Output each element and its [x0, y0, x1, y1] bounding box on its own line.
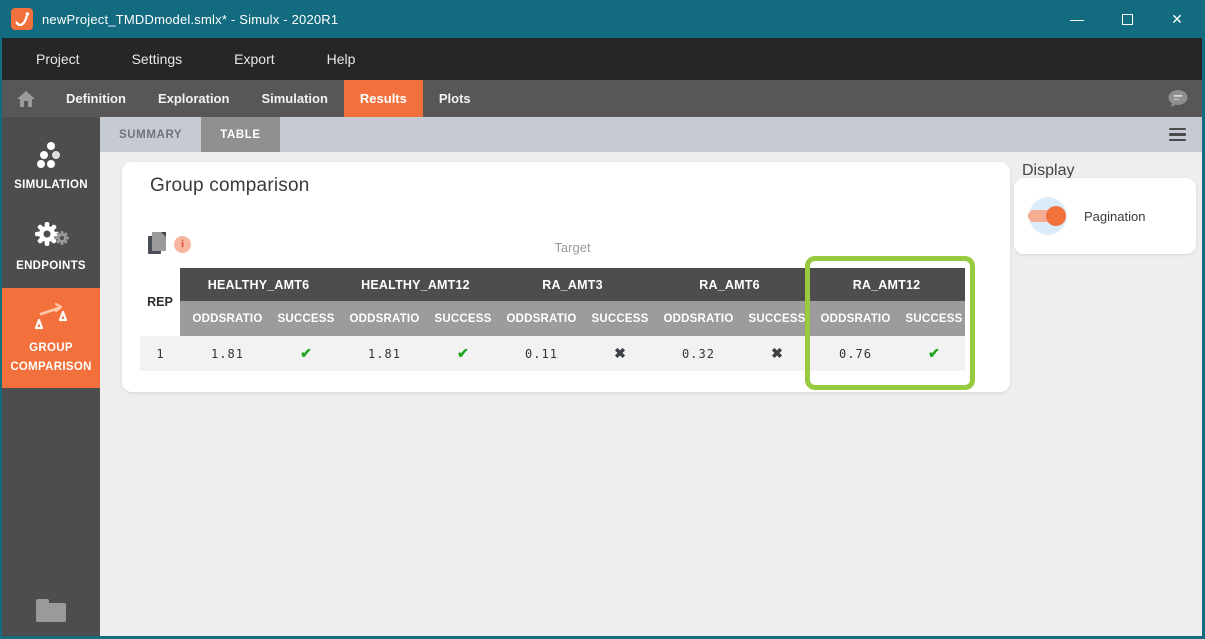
subheader-success: SUCCESS [903, 301, 965, 336]
group-comparison-card: Group comparison i Target REP 1 [122, 162, 1010, 392]
success-icon: ✔ [275, 336, 337, 371]
nav-tabbar: Definition Exploration Simulation Result… [2, 80, 1202, 117]
subheader-success: SUCCESS [746, 301, 808, 336]
maximize-button[interactable] [1102, 0, 1152, 38]
home-icon [16, 90, 36, 108]
sidebar-label-endpoints: ENDPOINTS [16, 260, 86, 272]
menu-help[interactable]: Help [321, 47, 362, 71]
subheader-oddsratio: ODDSRATIO [494, 301, 589, 336]
display-panel: Pagination [1014, 178, 1196, 254]
table-menu-button[interactable] [1169, 117, 1186, 152]
subtab-summary[interactable]: SUMMARY [100, 117, 201, 152]
group-comparison-scale-icon [32, 300, 70, 332]
simulation-dots-icon [35, 141, 67, 169]
subheader-success: SUCCESS [432, 301, 494, 336]
tab-simulation[interactable]: Simulation [245, 80, 343, 117]
home-button[interactable] [2, 80, 50, 117]
oddsratio-value: 1.81 [180, 336, 275, 371]
oddsratio-value: 0.76 [808, 336, 903, 371]
success-icon: ✔ [903, 336, 965, 371]
fail-icon: ✖ [746, 336, 808, 371]
sidebar-item-endpoints[interactable]: ENDPOINTS [2, 206, 100, 287]
app-window: newProject_TMDDmodel.smlx* - Simulx - 20… [0, 0, 1205, 639]
group-header-ra-amt12: RA_AMT12 [808, 268, 965, 301]
toggle-knob [1046, 206, 1066, 226]
tab-results[interactable]: Results [344, 80, 423, 117]
subheader-oddsratio: ODDSRATIO [180, 301, 275, 336]
menubar: Project Settings Export Help [2, 38, 1202, 80]
subheader-row: ODDSRATIO SUCCESS ODDSRATIO SUCCESS ODDS… [180, 301, 965, 336]
subtab-table[interactable]: TABLE [201, 117, 279, 152]
close-button[interactable]: ✕ [1152, 0, 1202, 38]
table-row: 1.81 ✔ 1.81 ✔ 0.11 ✖ 0.32 ✖ 0.76 ✔ [180, 336, 965, 371]
tab-exploration[interactable]: Exploration [142, 80, 246, 117]
group-header-row: HEALTHY_AMT6 HEALTHY_AMT12 RA_AMT3 RA_AM… [180, 268, 965, 301]
rep-cell: 1 [140, 336, 180, 371]
endpoints-gears-icon [31, 218, 71, 250]
titlebar: newProject_TMDDmodel.smlx* - Simulx - 20… [2, 0, 1202, 38]
sidebar-label-group-comparison: GROUP COMPARISON [10, 342, 91, 373]
window-title: newProject_TMDDmodel.smlx* - Simulx - 20… [42, 12, 338, 27]
feedback-button[interactable] [1167, 80, 1202, 117]
rep-column-header: REP [140, 268, 180, 336]
menu-export[interactable]: Export [228, 47, 280, 71]
results-content: Group comparison i Target REP 1 [100, 152, 1202, 636]
oddsratio-value: 1.81 [337, 336, 432, 371]
menu-settings[interactable]: Settings [126, 47, 189, 71]
tab-plots[interactable]: Plots [423, 80, 487, 117]
subheader-oddsratio: ODDSRATIO [651, 301, 746, 336]
copy-table-button[interactable] [148, 232, 168, 256]
target-label: Target [180, 240, 965, 255]
subheader-success: SUCCESS [589, 301, 651, 336]
success-icon: ✔ [432, 336, 494, 371]
oddsratio-value: 0.32 [651, 336, 746, 371]
group-header-ra-amt6: RA_AMT6 [651, 268, 808, 301]
minimize-button[interactable]: — [1052, 0, 1102, 38]
comparison-table: REP 1 HEALTHY_AMT6 HEALTHY_AMT12 RA_AMT3… [140, 268, 965, 371]
fail-icon: ✖ [589, 336, 651, 371]
folder-icon [36, 603, 66, 622]
group-header-healthy-amt6: HEALTHY_AMT6 [180, 268, 337, 301]
menu-project[interactable]: Project [30, 47, 86, 71]
subheader-success: SUCCESS [275, 301, 337, 336]
tab-definition[interactable]: Definition [50, 80, 142, 117]
result-subtabs: SUMMARY TABLE [100, 117, 1202, 152]
page-title: Group comparison [122, 162, 1010, 197]
sidebar: SIMULATION [2, 117, 100, 636]
sidebar-item-group-comparison[interactable]: GROUP COMPARISON [2, 288, 100, 389]
subheader-oddsratio: ODDSRATIO [808, 301, 903, 336]
subheader-oddsratio: ODDSRATIO [337, 301, 432, 336]
pagination-label: Pagination [1084, 209, 1145, 224]
group-header-ra-amt3: RA_AMT3 [494, 268, 651, 301]
group-header-healthy-amt12: HEALTHY_AMT12 [337, 268, 494, 301]
open-folder-button[interactable] [2, 603, 100, 622]
oddsratio-value: 0.11 [494, 336, 589, 371]
pagination-toggle[interactable] [1022, 196, 1074, 236]
sidebar-label-simulation: SIMULATION [14, 179, 88, 191]
sidebar-item-simulation[interactable]: SIMULATION [2, 129, 100, 206]
simulx-logo-icon [11, 8, 33, 30]
window-controls: — ✕ [1052, 0, 1202, 38]
chat-bubble-icon [1167, 89, 1189, 108]
maximize-icon [1122, 14, 1133, 25]
